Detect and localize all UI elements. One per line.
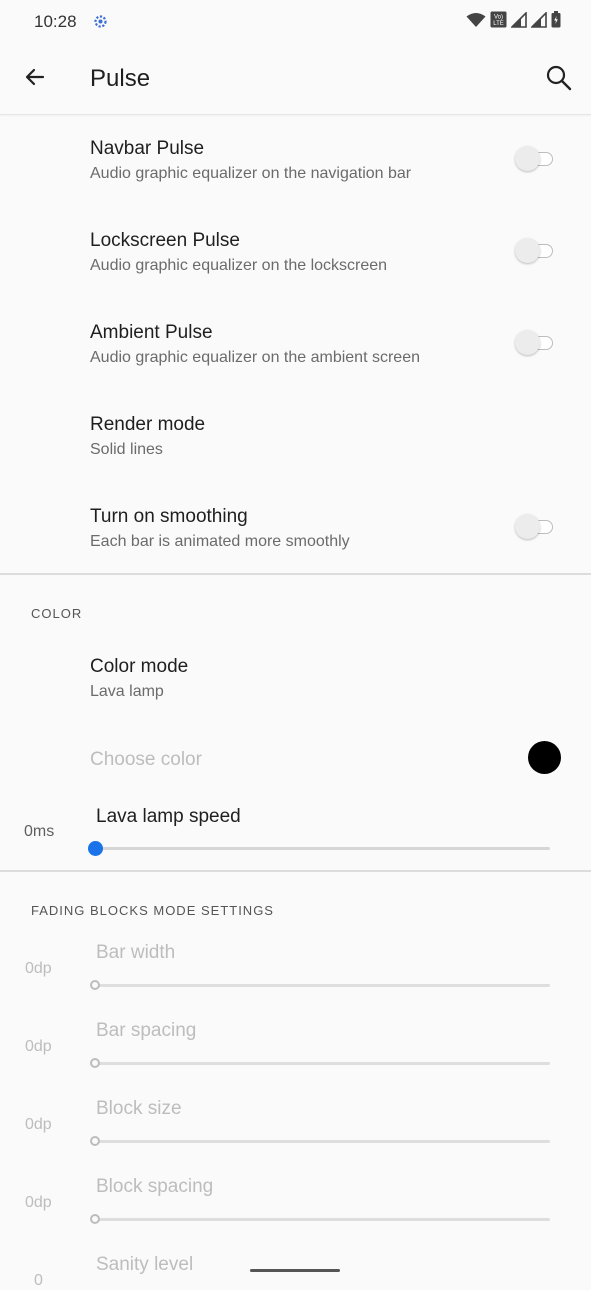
battery-icon <box>551 11 561 33</box>
pref-summary: Audio graphic equalizer on the navigatio… <box>90 165 412 182</box>
section-header-fading-blocks: FADING BLOCKS MODE SETTINGS <box>31 903 274 918</box>
pref-lockscreen-pulse[interactable]: Lockscreen Pulse Audio graphic equalizer… <box>0 206 591 298</box>
pref-title: Ambient Pulse <box>90 322 213 343</box>
pref-title: Choose color <box>90 749 202 770</box>
slider-value: 0 <box>34 1272 43 1289</box>
slider-title: Sanity level <box>96 1254 194 1275</box>
divider <box>0 573 591 575</box>
slider-thumb <box>90 1136 100 1146</box>
pref-title: Color mode <box>90 656 189 677</box>
arrow-back-icon <box>23 65 47 94</box>
slider-value: 0dp <box>25 1116 52 1133</box>
pref-summary: Audio graphic equalizer on the lockscree… <box>90 257 388 274</box>
pref-title: Render mode <box>90 414 206 435</box>
slider-thumb <box>90 1214 100 1224</box>
smoothing-switch[interactable] <box>515 514 557 540</box>
pref-render-mode[interactable]: Render mode Solid lines <box>0 390 591 482</box>
app-bar: Pulse <box>0 44 591 115</box>
pref-summary: Each bar is animated more smoothly <box>90 533 350 550</box>
pref-summary: Audio graphic equalizer on the ambient s… <box>90 349 420 366</box>
slider-value: 0dp <box>25 1038 52 1055</box>
block-size-slider <box>96 1140 550 1143</box>
slider-title: Block spacing <box>96 1176 214 1197</box>
pref-navbar-pulse[interactable]: Navbar Pulse Audio graphic equalizer on … <box>0 114 591 206</box>
signal-icon <box>510 10 527 33</box>
divider <box>0 870 591 872</box>
pref-summary: Lava lamp <box>90 683 164 700</box>
slider-thumb <box>90 1058 100 1068</box>
pref-title: Navbar Pulse <box>90 138 205 159</box>
pref-color-mode[interactable]: Color mode Lava lamp <box>0 632 591 724</box>
slider-title: Bar width <box>96 942 176 963</box>
settings-notification-icon <box>93 14 108 29</box>
slider-value: 0dp <box>25 960 52 977</box>
slider-value: 0ms <box>24 823 55 840</box>
volte-icon: Vo) LTE <box>490 11 507 33</box>
search-icon <box>545 64 573 97</box>
search-button[interactable] <box>541 62 577 98</box>
section-header-color: COLOR <box>31 606 83 621</box>
ambient-pulse-switch[interactable] <box>515 330 557 356</box>
slider-title: Lava lamp speed <box>96 806 241 827</box>
bar-spacing-slider <box>96 1062 550 1065</box>
page-title: Pulse <box>90 65 151 92</box>
gesture-handle[interactable] <box>250 1269 340 1272</box>
slider-value: 0dp <box>25 1194 52 1211</box>
pref-smoothing[interactable]: Turn on smoothing Each bar is animated m… <box>0 482 591 574</box>
signal-icon <box>530 10 547 33</box>
block-spacing-slider <box>96 1218 550 1221</box>
pref-ambient-pulse[interactable]: Ambient Pulse Audio graphic equalizer on… <box>0 298 591 390</box>
pref-title: Turn on smoothing <box>90 506 248 527</box>
slider-title: Bar spacing <box>96 1020 197 1041</box>
lava-lamp-speed-slider[interactable] <box>96 847 550 850</box>
slider-thumb[interactable] <box>88 841 103 856</box>
status-bar: 10:28 Vo) LTE <box>0 0 591 44</box>
navbar-pulse-switch[interactable] <box>515 146 557 172</box>
slider-title: Block size <box>96 1098 182 1119</box>
pref-title: Lockscreen Pulse <box>90 230 240 251</box>
back-button[interactable] <box>18 62 52 96</box>
svg-text:LTE: LTE <box>493 21 504 27</box>
status-time: 10:28 <box>34 12 77 31</box>
slider-thumb <box>90 980 100 990</box>
pref-summary: Solid lines <box>90 441 163 458</box>
bar-width-slider <box>96 984 550 987</box>
wifi-icon <box>466 12 486 33</box>
color-preview <box>528 741 561 774</box>
pref-choose-color: Choose color <box>0 724 591 794</box>
lockscreen-pulse-switch[interactable] <box>515 238 557 264</box>
svg-text:Vo): Vo) <box>494 15 503 21</box>
